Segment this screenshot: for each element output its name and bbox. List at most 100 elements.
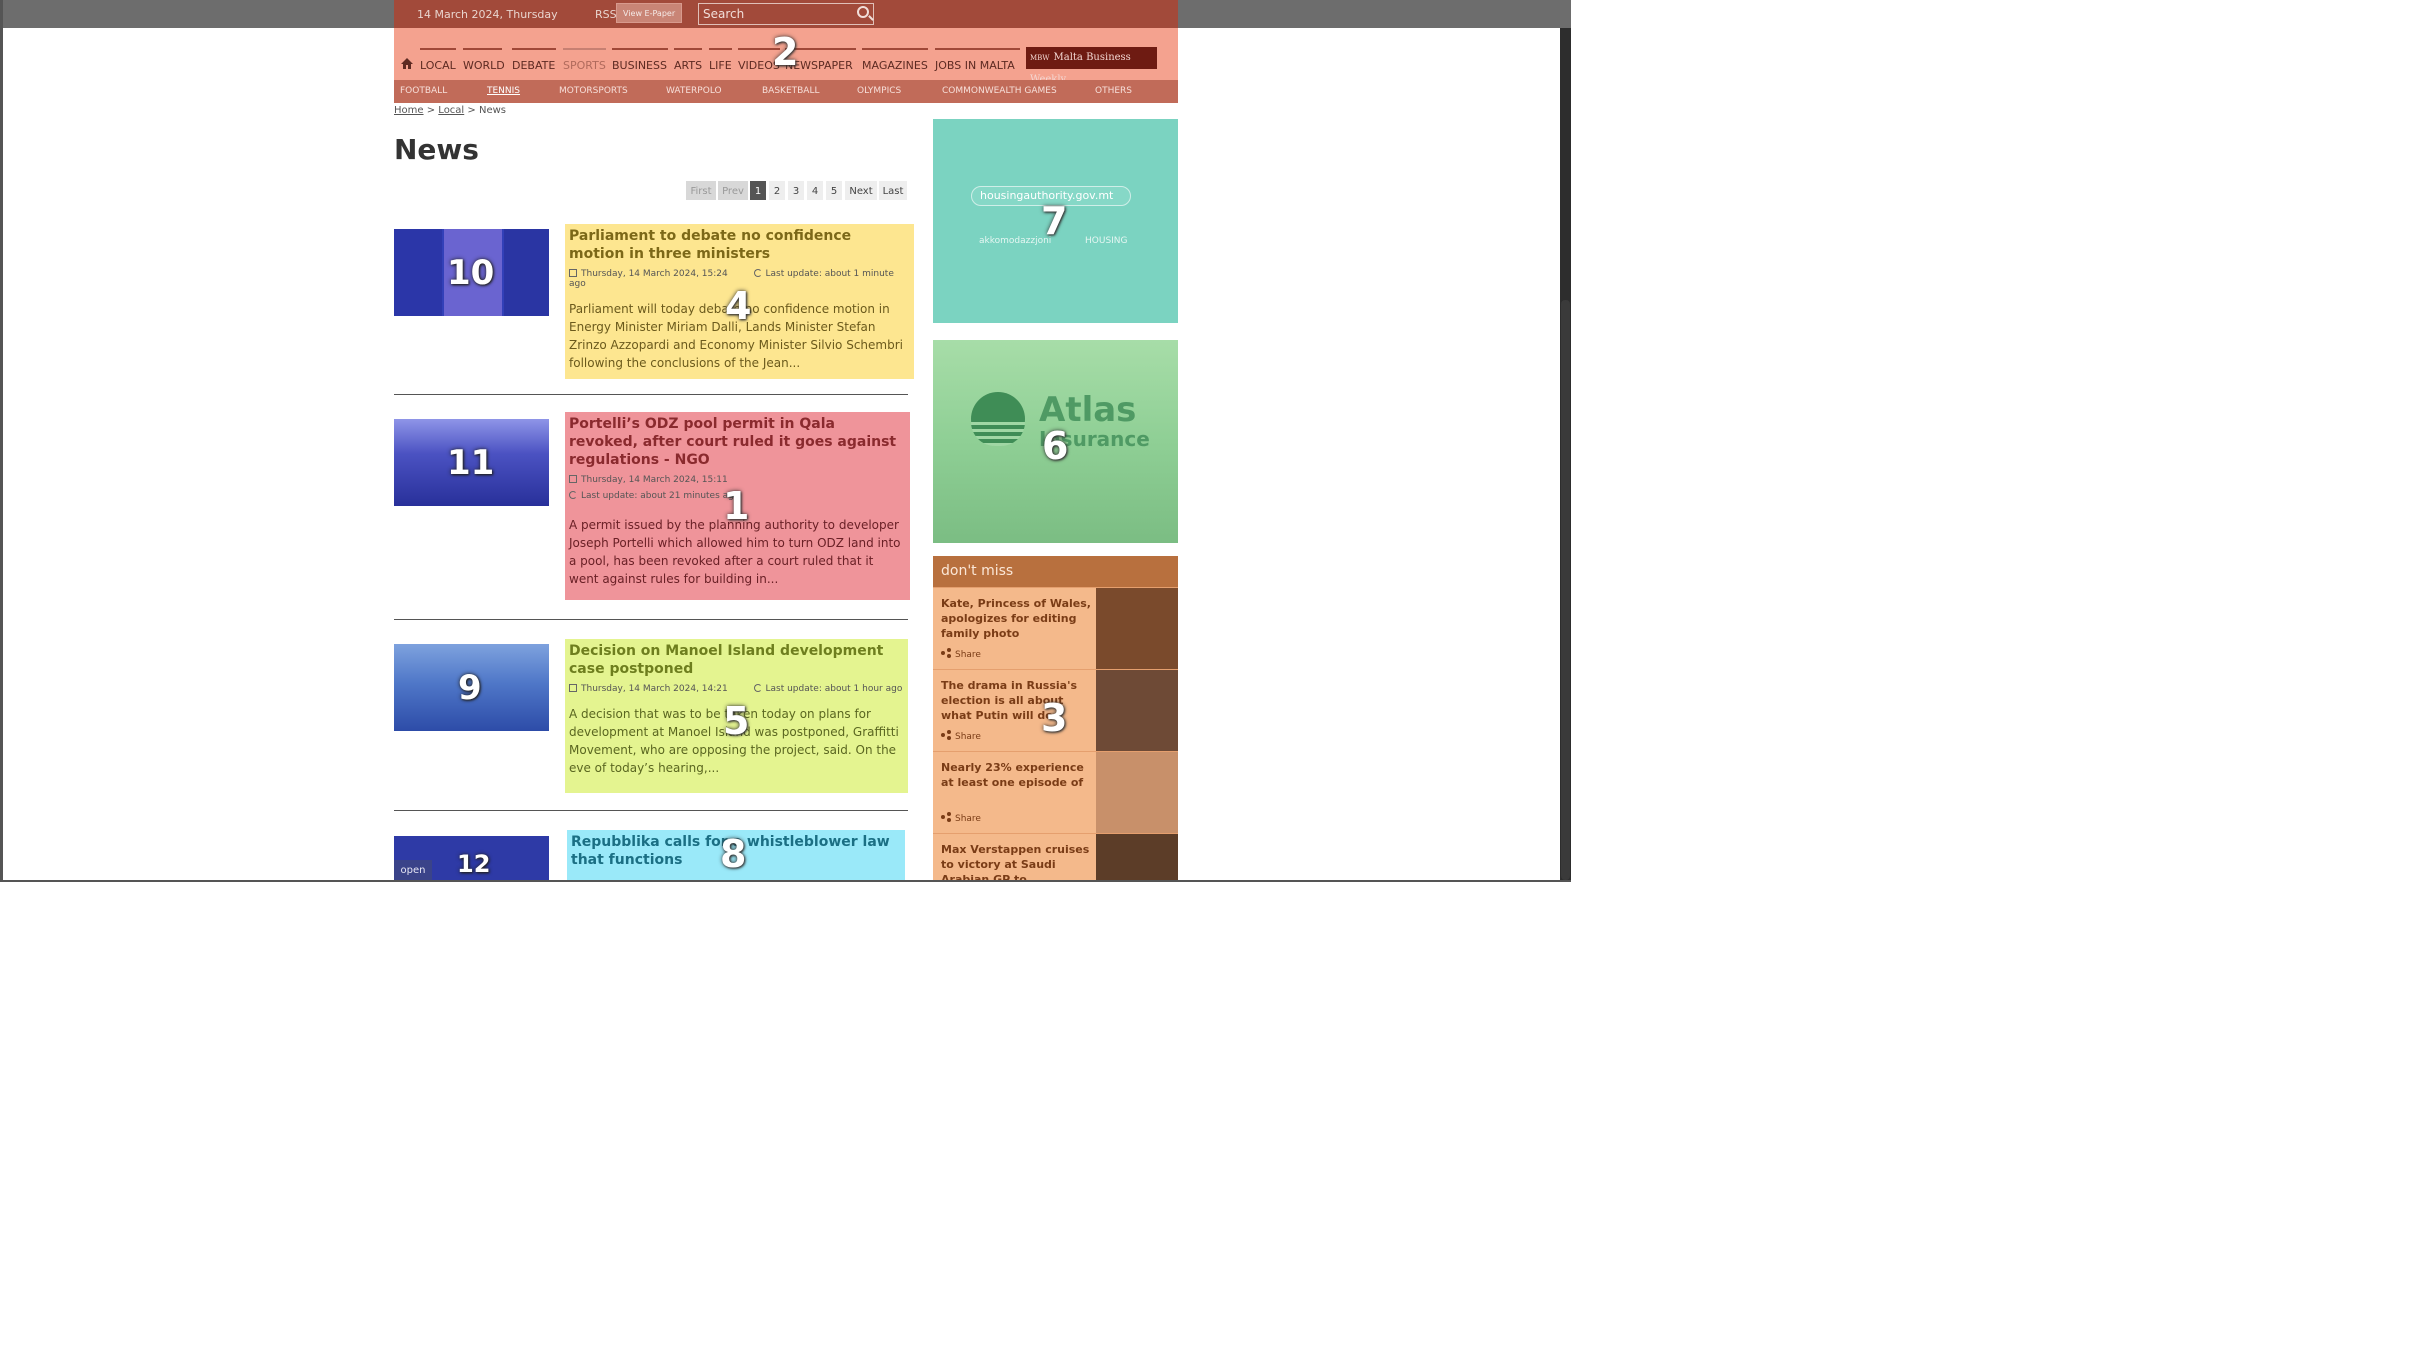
article-title[interactable]: Portelli’s ODZ pool permit in Qala revok… <box>569 415 906 469</box>
nav-life[interactable]: LIFE <box>709 48 732 72</box>
nav-sports[interactable]: SPORTS <box>563 48 606 72</box>
thumb-open-label: open <box>394 860 432 882</box>
nav-world[interactable]: WORLD <box>463 48 505 72</box>
nav-business[interactable]: BUSINESS <box>612 48 668 72</box>
breadcrumb-separator: > <box>426 105 436 116</box>
pager-page-4[interactable]: 4 <box>806 180 824 201</box>
pager-page-5[interactable]: 5 <box>825 180 843 201</box>
subnav-olympics[interactable]: OLYMPICS <box>857 86 901 96</box>
article-thumbnail[interactable]: 10 <box>394 229 549 316</box>
calendar-icon <box>569 684 577 692</box>
share-label: Share <box>955 732 981 742</box>
dont-miss-item[interactable]: Max Verstappen cruises to victory at Sau… <box>933 833 1178 882</box>
article-thumbnail[interactable]: 9 <box>394 644 549 731</box>
region-badge-article: 4 <box>725 284 752 328</box>
article-card[interactable]: Repubblika calls for a whistleblower law… <box>567 830 905 882</box>
share-label: Share <box>955 650 981 660</box>
dont-miss-item[interactable]: Nearly 23% experience at least one episo… <box>933 751 1178 834</box>
header-top-bar: 14 March 2024, Thursday RSS View E-Paper… <box>394 0 1178 28</box>
epaper-button[interactable]: View E-Paper <box>616 3 683 23</box>
region-badge-article: 8 <box>720 832 747 876</box>
region-badge-dont-miss: 3 <box>1041 696 1068 740</box>
dont-miss-item-title[interactable]: The drama in Russia's election is all ab… <box>941 678 1091 723</box>
pager-first[interactable]: First <box>685 180 717 201</box>
search-icon[interactable] <box>857 6 869 18</box>
region-badge-thumb: 12 <box>457 850 491 878</box>
article-card[interactable]: Portelli’s ODZ pool permit in Qala revok… <box>565 412 910 600</box>
nav-local[interactable]: LOCAL <box>420 48 456 72</box>
dont-miss-panel: don't miss Kate, Princess of Wales, apol… <box>933 556 1178 882</box>
rss-link[interactable]: RSS <box>595 8 617 21</box>
mbw-short: MBW <box>1030 54 1050 62</box>
calendar-icon <box>569 475 577 483</box>
site-header: 14 March 2024, Thursday RSS View E-Paper… <box>394 0 1178 103</box>
dont-miss-image[interactable] <box>1096 670 1178 752</box>
subnav-motorsports[interactable]: MOTORSPORTS <box>559 86 628 96</box>
dont-miss-image[interactable] <box>1096 752 1178 834</box>
scrollbar-thumb[interactable] <box>1561 300 1570 880</box>
pager-page-1[interactable]: 1 <box>749 180 767 201</box>
breadcrumb-local[interactable]: Local <box>438 105 464 116</box>
region-badge-thumb: 11 <box>447 443 495 483</box>
subnav-others[interactable]: OTHERS <box>1095 86 1132 96</box>
article-date: Thursday, 14 March 2024, 15:11 <box>581 475 728 485</box>
region-badge-article: 5 <box>723 699 750 743</box>
subnav-commonwealth[interactable]: COMMONWEALTH GAMES <box>942 86 1057 96</box>
pager-page-2[interactable]: 2 <box>768 180 786 201</box>
nav-arts[interactable]: ARTS <box>674 48 702 72</box>
header-date: 14 March 2024, Thursday <box>417 8 558 21</box>
article-title[interactable]: Decision on Manoel Island development ca… <box>569 642 904 678</box>
breadcrumb-separator: > <box>467 105 476 116</box>
article-card[interactable]: Decision on Manoel Island development ca… <box>565 639 908 793</box>
mbw-logo[interactable]: MBWMalta Business Weekly <box>1026 47 1157 85</box>
subnav-waterpolo[interactable]: WATERPOLO <box>666 86 722 96</box>
breadcrumb-home[interactable]: Home <box>394 105 424 116</box>
dont-miss-item-title[interactable]: Nearly 23% experience at least one episo… <box>941 760 1091 790</box>
pager-page-3[interactable]: 3 <box>787 180 805 201</box>
dont-miss-image[interactable] <box>1096 588 1178 670</box>
article-divider <box>394 619 908 620</box>
nav-jobs[interactable]: JOBS IN MALTA <box>935 48 1020 72</box>
region-badge-ad: 7 <box>1041 199 1068 243</box>
share-button[interactable]: Share <box>941 730 981 742</box>
region-badge-thumb: 9 <box>458 668 482 708</box>
dont-miss-item-title[interactable]: Max Verstappen cruises to victory at Sau… <box>941 842 1091 882</box>
subnav-football[interactable]: FOOTBALL <box>400 86 447 96</box>
atlas-logo-icon <box>971 392 1025 446</box>
share-icon <box>941 812 951 822</box>
share-button[interactable]: Share <box>941 648 981 660</box>
article-update: Last update: about 21 minutes ago <box>581 491 740 501</box>
nav-debate[interactable]: DEBATE <box>512 48 556 72</box>
refresh-icon <box>753 684 762 692</box>
housing-authority-ad[interactable]: housingauthority.gov.mt akkomodazzjoni H… <box>933 119 1178 323</box>
atlas-insurance-ad[interactable]: Atlas Insurance 6 <box>933 340 1178 543</box>
dont-miss-item[interactable]: Kate, Princess of Wales, apologizes for … <box>933 587 1178 670</box>
breadcrumb-current: News <box>478 105 507 116</box>
page-title: News <box>394 133 479 166</box>
subnav-tennis[interactable]: TENNIS <box>487 86 520 96</box>
subnav-basketball[interactable]: BASKETBALL <box>762 86 820 96</box>
nav-magazines[interactable]: MAGAZINES <box>862 48 928 72</box>
article-title[interactable]: Parliament to debate no confidence motio… <box>569 227 910 263</box>
region-badge-ad: 6 <box>1042 424 1069 468</box>
pager-last[interactable]: Last <box>878 180 908 201</box>
region-badge-article: 1 <box>723 484 750 528</box>
article-thumbnail[interactable]: 11 <box>394 419 549 506</box>
article-thumbnail[interactable]: open 12 <box>394 836 549 882</box>
article-update: Last update: about 1 hour ago <box>765 684 903 694</box>
thumb-photo-part <box>504 229 549 316</box>
region-badge-thumb: 10 <box>447 253 495 293</box>
dont-miss-item-title[interactable]: Kate, Princess of Wales, apologizes for … <box>941 596 1091 641</box>
article-date: Thursday, 14 March 2024, 14:21 <box>581 684 728 694</box>
dont-miss-image[interactable] <box>1096 834 1178 882</box>
calendar-icon <box>569 269 577 277</box>
article-meta: Thursday, 14 March 2024, 14:21 Last upda… <box>569 684 904 694</box>
search-input[interactable]: Search <box>698 3 874 25</box>
refresh-icon <box>569 491 577 499</box>
refresh-icon <box>753 269 762 277</box>
article-date: Thursday, 14 March 2024, 15:24 <box>581 269 728 279</box>
share-button[interactable]: Share <box>941 812 981 824</box>
article-card[interactable]: Parliament to debate no confidence motio… <box>565 224 914 379</box>
pager-prev[interactable]: Prev <box>717 180 749 201</box>
pager-next[interactable]: Next <box>844 180 878 201</box>
